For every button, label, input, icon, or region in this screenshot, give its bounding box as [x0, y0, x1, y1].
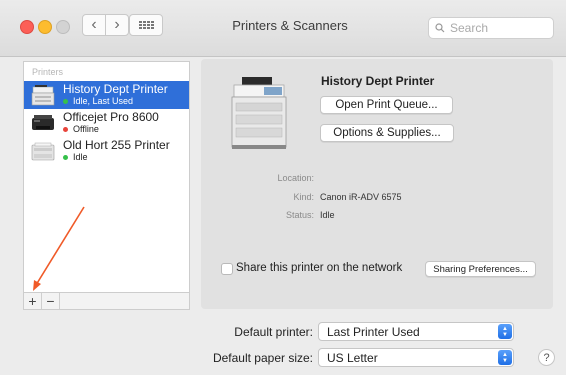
default-printer-label: Default printer:	[234, 325, 313, 339]
laser-printer-icon	[31, 142, 55, 161]
default-printer-value: Last Printer Used	[327, 324, 420, 339]
zoom-window-button[interactable]	[56, 20, 70, 34]
share-printer-label[interactable]: Share this printer on the network	[236, 262, 402, 274]
status-dot-icon	[63, 99, 68, 104]
inkjet-printer-icon	[32, 115, 54, 130]
selected-printer-name: History Dept Printer	[321, 74, 435, 88]
printer-status: Idle, Last Used	[73, 96, 134, 106]
kind-label: Kind:	[293, 192, 314, 202]
location-label: Location:	[277, 173, 314, 183]
grid-icon	[138, 21, 154, 29]
printer-name: Old Hort 255 Printer	[63, 138, 170, 152]
status-label: Status:	[285, 210, 314, 220]
minimize-window-button[interactable]	[38, 20, 52, 34]
printer-list: Printers History Dept Printer Idle, Last…	[23, 61, 190, 293]
chevron-left-icon: ‹	[91, 16, 97, 33]
show-all-button[interactable]	[129, 14, 163, 36]
search-placeholder: Search	[450, 21, 489, 35]
close-window-button[interactable]	[20, 20, 34, 34]
printer-list-item-officejet[interactable]: Officejet Pro 8600 Offline	[24, 109, 189, 137]
help-button[interactable]: ?	[538, 349, 555, 366]
status-dot-icon	[63, 155, 68, 160]
chevron-right-icon: ›	[114, 16, 120, 33]
window-title: Printers & Scanners	[232, 18, 348, 33]
options-supplies-button[interactable]: Options & Supplies...	[320, 124, 454, 142]
kind-value: Canon iR-ADV 6575	[320, 192, 402, 202]
paper-size-value: US Letter	[327, 350, 378, 365]
search-field[interactable]: Search	[428, 17, 554, 39]
back-button[interactable]: ‹	[82, 14, 106, 36]
printer-status: Offline	[73, 124, 99, 134]
printer-list-header: Printers	[32, 67, 64, 77]
status-dot-icon	[63, 127, 68, 132]
add-remove-bar: + −	[23, 293, 190, 310]
sharing-preferences-button[interactable]: Sharing Preferences...	[425, 261, 536, 277]
title-bar: ‹ › Printers & Scanners Search	[0, 0, 566, 57]
search-icon	[435, 23, 445, 33]
printer-list-item-old-hort[interactable]: Old Hort 255 Printer Idle	[24, 137, 189, 165]
printer-name: History Dept Printer	[63, 82, 168, 96]
forward-button[interactable]: ›	[105, 14, 129, 36]
remove-printer-button[interactable]: −	[42, 293, 60, 309]
popup-arrows-icon: ▲ ▼	[498, 350, 512, 365]
paper-size-popup[interactable]: US Letter ▲ ▼	[318, 348, 514, 367]
copier-printer-icon	[31, 85, 55, 106]
default-printer-popup[interactable]: Last Printer Used ▲ ▼	[318, 322, 514, 341]
printer-detail-panel: History Dept Printer Open Print Queue...…	[201, 59, 553, 309]
open-print-queue-button[interactable]: Open Print Queue...	[320, 96, 453, 114]
paper-size-label: Default paper size:	[212, 351, 313, 365]
printer-status: Idle	[73, 152, 88, 162]
copier-printer-icon	[231, 77, 287, 149]
share-printer-checkbox[interactable]	[221, 263, 233, 275]
printer-list-item-history-dept[interactable]: History Dept Printer Idle, Last Used	[24, 81, 189, 109]
printer-name: Officejet Pro 8600	[63, 110, 159, 124]
status-value: Idle	[320, 210, 335, 220]
popup-arrows-icon: ▲ ▼	[498, 324, 512, 339]
add-printer-button[interactable]: +	[24, 293, 42, 309]
